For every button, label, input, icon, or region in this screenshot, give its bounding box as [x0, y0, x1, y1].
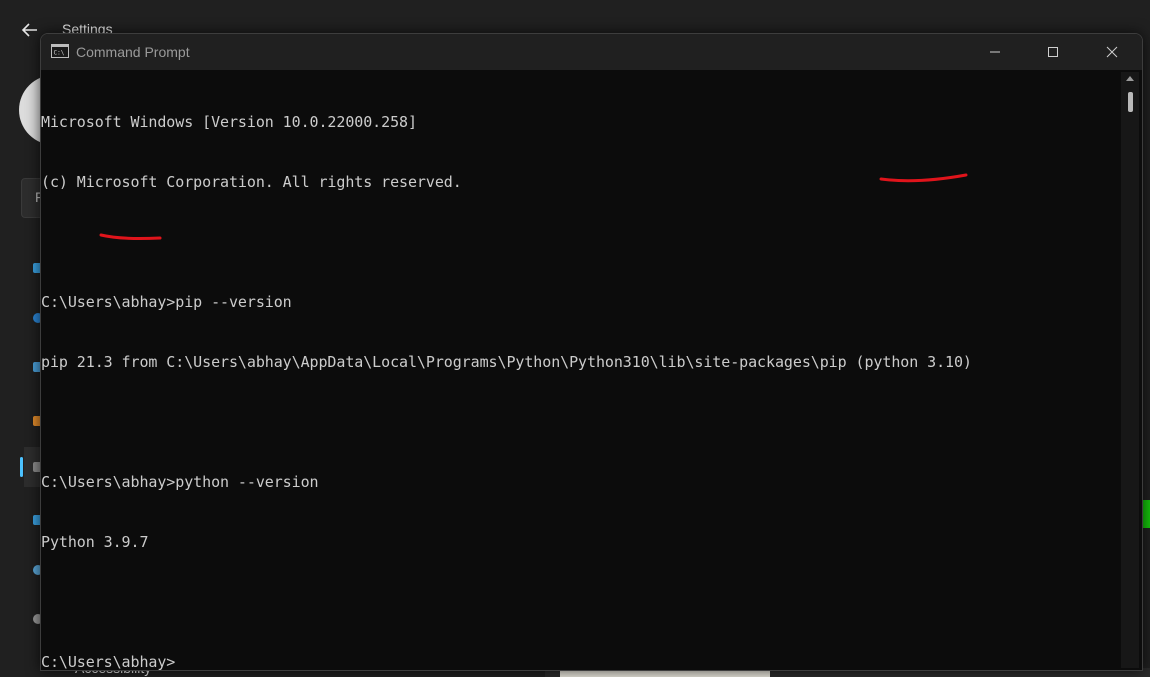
scroll-thumb[interactable] [1128, 92, 1133, 112]
console-line: pip 21.3 from C:\Users\abhay\AppData\Loc… [41, 353, 972, 371]
console-line: C:\Users\abhay>python --version [41, 473, 319, 491]
maximize-icon [1048, 47, 1058, 57]
underline-annotation [879, 173, 968, 183]
console-output[interactable]: Microsoft Windows [Version 10.0.22000.25… [41, 72, 1121, 671]
console-line: Microsoft Windows [Version 10.0.22000.25… [41, 113, 417, 131]
console-line: C:\Users\abhay>pip --version [41, 293, 292, 311]
minimize-icon [990, 51, 1000, 53]
close-icon [1106, 46, 1118, 58]
maximize-button[interactable] [1024, 34, 1082, 70]
window-title: Command Prompt [76, 44, 190, 60]
close-button[interactable] [1083, 34, 1141, 70]
cmd-icon: C:\ [51, 44, 69, 58]
title-bar[interactable]: C:\ Command Prompt [41, 34, 1142, 70]
svg-text:C:\: C:\ [54, 50, 65, 57]
green-indicator [1142, 500, 1150, 528]
back-arrow-icon[interactable] [20, 20, 40, 40]
vertical-scrollbar[interactable] [1121, 72, 1139, 668]
underline-annotation [99, 233, 162, 241]
scroll-up-arrow-icon[interactable] [1126, 76, 1134, 81]
minimize-button[interactable] [966, 34, 1024, 70]
selection-indicator [20, 457, 23, 477]
command-prompt-window[interactable]: C:\ Command Prompt Microsoft Windows [Ve… [40, 33, 1143, 671]
console-prompt-line: C:\Users\abhay> [41, 653, 176, 671]
console-line: Python 3.9.7 [41, 533, 149, 551]
